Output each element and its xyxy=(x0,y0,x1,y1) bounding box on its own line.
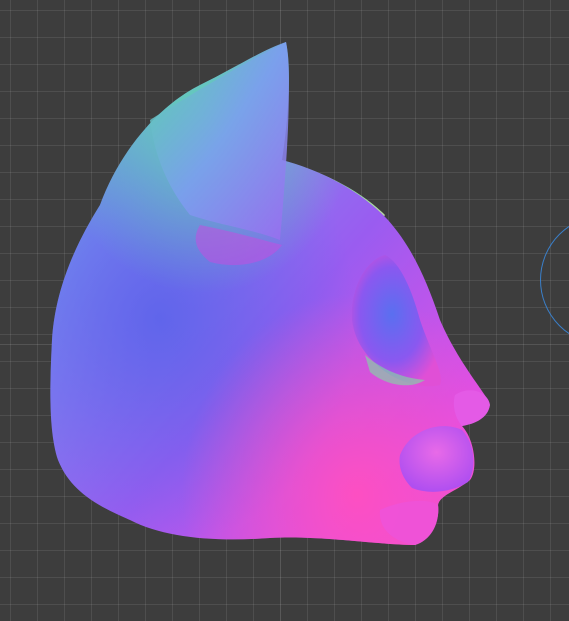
cat-head-model[interactable] xyxy=(0,0,569,621)
nose xyxy=(453,390,490,426)
3d-viewport[interactable] xyxy=(0,0,569,621)
